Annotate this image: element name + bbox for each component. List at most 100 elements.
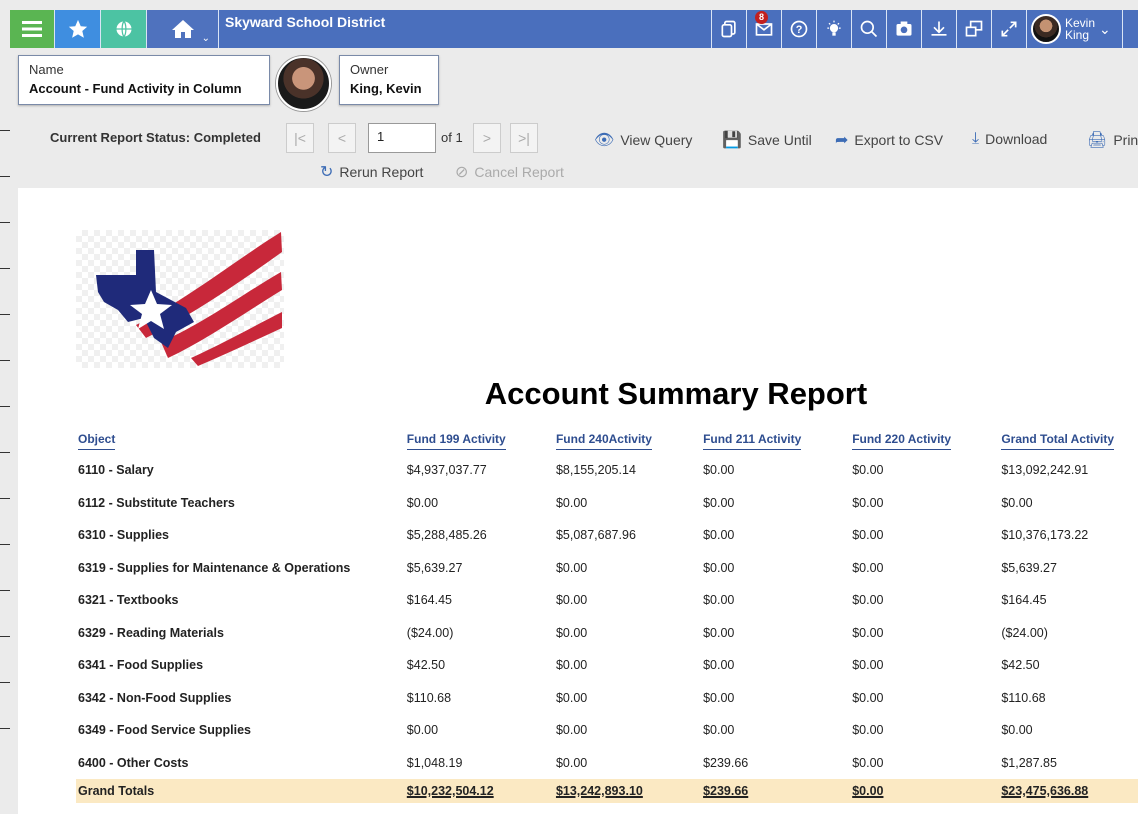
- table-cell: $23,475,636.88: [999, 779, 1138, 803]
- web-button[interactable]: [100, 10, 146, 48]
- table-cell: $5,087,687.96: [555, 528, 636, 543]
- table-cell: $110.68: [406, 690, 452, 705]
- table-row: 6110 - Salary $4,937,037.77 $8,155,205.1…: [76, 454, 1138, 487]
- table-cell: $10,232,504.12: [404, 779, 554, 803]
- download-button[interactable]: [921, 10, 956, 48]
- menu-button[interactable]: [10, 10, 54, 48]
- table-cell: $110.68: [1001, 690, 1046, 705]
- first-page-button[interactable]: |<: [286, 123, 314, 153]
- left-edge-marks: [0, 130, 10, 774]
- top-bar: ⌄ Skyward School District 8 ? Kevin King…: [10, 10, 1138, 48]
- table-cell: $0.00: [555, 625, 588, 640]
- tips-button[interactable]: [816, 10, 851, 48]
- report-status: Current Report Status: Completed: [50, 130, 261, 145]
- table-row: 6329 - Reading Materials ($24.00) $0.00 …: [76, 617, 1138, 650]
- table-cell: $0.00: [852, 658, 884, 673]
- table-row: 6310 - Supplies $5,288,485.26 $5,087,687…: [76, 519, 1138, 552]
- lightbulb-icon: [827, 20, 841, 36]
- table-cell: $0.00: [555, 755, 588, 770]
- table-row: 6400 - Other Costs $1,048.19 $0.00 $239.…: [76, 747, 1138, 780]
- camera-icon: [896, 21, 912, 36]
- mail-count-badge: 8: [755, 11, 769, 24]
- windows-button[interactable]: [956, 10, 991, 48]
- table-cell: 6110 - Salary: [78, 463, 154, 478]
- windows-icon: [965, 20, 983, 37]
- table-cell: $5,639.27: [406, 560, 463, 575]
- chevron-down-icon: ⌄: [1099, 20, 1111, 37]
- owner-avatar: [276, 56, 331, 111]
- globe-icon: [116, 21, 131, 37]
- owner-label: Owner: [350, 62, 389, 77]
- download-label: Download: [985, 131, 1048, 147]
- table-cell: $42.50: [1001, 658, 1040, 673]
- view-query-label: View Query: [620, 132, 693, 148]
- table-cell: 6400 - Other Costs: [78, 755, 189, 770]
- table-cell: 6349 - Food Service Supplies: [78, 723, 251, 738]
- table-cell: ($24.00): [406, 625, 454, 640]
- expand-button[interactable]: [991, 10, 1026, 48]
- cancel-report-button[interactable]: ⊘ Cancel Report: [455, 162, 564, 182]
- home-button[interactable]: ⌄: [146, 10, 218, 48]
- table-cell: $0.00: [850, 779, 1000, 803]
- search-icon: [860, 20, 878, 38]
- save-until-button[interactable]: 💾 Save Until: [722, 130, 812, 150]
- column-header: Fund 199 Activity: [405, 428, 554, 454]
- download-report-button[interactable]: ⤓ Download: [972, 130, 1047, 148]
- report-name: Account - Fund Activity in Column: [29, 81, 242, 96]
- table-cell: $5,288,485.26: [406, 528, 487, 543]
- rerun-report-button[interactable]: ↻ Rerun Report: [320, 162, 423, 182]
- help-button[interactable]: ?: [781, 10, 816, 48]
- prev-page-button[interactable]: <: [328, 123, 356, 153]
- hamburger-icon: [22, 21, 42, 37]
- screenshot-button[interactable]: [886, 10, 921, 48]
- table-cell: 6319 - Supplies for Maintenance & Operat…: [78, 560, 351, 575]
- table-cell: $0.00: [703, 463, 735, 478]
- table-cell: $0.00: [555, 690, 588, 705]
- overflow-button[interactable]: [1122, 10, 1138, 48]
- export-icon: ➦: [835, 132, 849, 149]
- next-page-button[interactable]: >: [473, 123, 501, 153]
- table-cell: $0.00: [852, 755, 884, 770]
- table-cell: $164.45: [406, 593, 452, 608]
- table-cell: $13,242,893.10: [553, 779, 702, 803]
- table-row: 6342 - Non-Food Supplies $110.68 $0.00 $…: [76, 682, 1138, 715]
- last-page-button[interactable]: >|: [510, 123, 538, 153]
- table-cell: 6112 - Substitute Teachers: [78, 495, 235, 510]
- page-number-input[interactable]: 1: [368, 123, 436, 153]
- favorites-button[interactable]: [54, 10, 100, 48]
- eye-icon: 👁: [594, 132, 615, 149]
- download-icon: ⤓: [972, 130, 980, 147]
- report-title: Account Summary Report: [484, 376, 868, 411]
- report-viewer: Account Summary Report Object Fund 199 A…: [18, 188, 1138, 814]
- cancel-icon: ⊘: [455, 164, 469, 181]
- download-icon: [931, 21, 947, 36]
- table-cell: $0.00: [852, 593, 884, 608]
- copy-button[interactable]: [711, 10, 746, 48]
- search-button[interactable]: [851, 10, 886, 48]
- chevron-down-icon: ⌄: [201, 33, 210, 44]
- mail-button[interactable]: 8: [746, 10, 781, 48]
- user-menu[interactable]: Kevin King ⌄: [1026, 10, 1122, 48]
- table-cell: $0.00: [703, 658, 735, 673]
- star-icon: [68, 19, 87, 38]
- table-cell: $239.66: [703, 755, 749, 770]
- table-row: 6321 - Textbooks $164.45 $0.00 $0.00 $0.…: [76, 584, 1138, 617]
- table-cell: $4,937,037.77: [406, 463, 487, 478]
- print-button[interactable]: 🖨 Print: [1087, 130, 1138, 150]
- user-name: Kevin King: [1065, 17, 1095, 41]
- view-query-button[interactable]: 👁 View Query: [594, 130, 692, 150]
- export-csv-button[interactable]: ➦ Export to CSV: [835, 130, 943, 150]
- table-cell: $0.00: [703, 625, 735, 640]
- district-logo: [76, 230, 284, 368]
- user-last-name: King: [1065, 28, 1090, 42]
- owner-card: Owner King, Kevin: [339, 55, 439, 105]
- table-cell: $1,048.19: [406, 755, 463, 770]
- table-cell: $0.00: [555, 723, 588, 738]
- table-cell: $0.00: [852, 625, 884, 640]
- save-until-label: Save Until: [747, 132, 812, 148]
- table-cell: $0.00: [703, 560, 735, 575]
- table-row: 6349 - Food Service Supplies $0.00 $0.00…: [76, 714, 1138, 747]
- table-cell: $10,376,173.22: [1001, 528, 1089, 543]
- table-cell: 6341 - Food Supplies: [78, 658, 204, 673]
- table-cell: $0.00: [555, 593, 588, 608]
